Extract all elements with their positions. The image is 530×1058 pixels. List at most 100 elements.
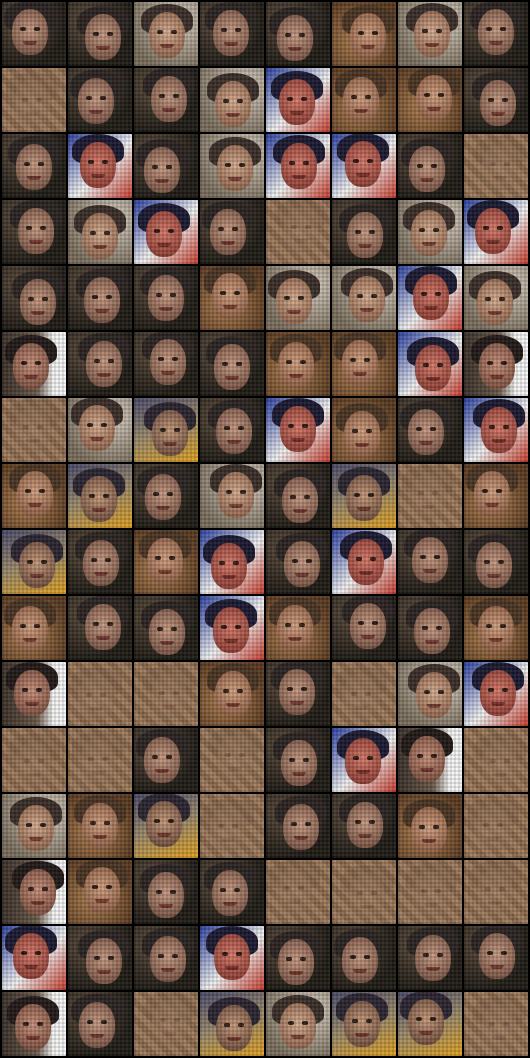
face-tile (2, 860, 66, 924)
face-tile-noise (464, 662, 528, 726)
face-tile (200, 794, 264, 858)
face-tile-noise (68, 2, 132, 66)
face-tile-noise (134, 662, 198, 726)
face-tile-noise (134, 860, 198, 924)
face-tile-noise (398, 662, 462, 726)
face-tile-noise (200, 728, 264, 792)
face-tile (464, 2, 528, 66)
face-tile (2, 530, 66, 594)
face-tile-noise (68, 860, 132, 924)
face-tile-noise (68, 464, 132, 528)
face-tile-noise (2, 2, 66, 66)
face-tile-noise (2, 992, 66, 1056)
face-tile-noise (266, 398, 330, 462)
face-tile (134, 728, 198, 792)
face-tile (398, 464, 462, 528)
face-tile-noise (266, 2, 330, 66)
face-tile-noise (266, 794, 330, 858)
face-tile-noise (398, 398, 462, 462)
face-tile-noise (134, 68, 198, 132)
face-tile-noise (68, 662, 132, 726)
face-tile (332, 464, 396, 528)
face-tile-noise (134, 530, 198, 594)
face-tile (266, 266, 330, 330)
face-tile (134, 992, 198, 1056)
face-tile (134, 596, 198, 660)
face-tile-noise (398, 2, 462, 66)
face-tile (200, 332, 264, 396)
face-tile-noise (398, 860, 462, 924)
face-tile (266, 596, 330, 660)
face-tile-noise (68, 992, 132, 1056)
face-tile-noise (68, 68, 132, 132)
face-tile-noise (2, 464, 66, 528)
face-tile-noise (332, 860, 396, 924)
face-tile (134, 794, 198, 858)
face-tile (464, 860, 528, 924)
face-tile-noise (134, 200, 198, 264)
face-tile-noise (2, 266, 66, 330)
face-tile-noise (464, 332, 528, 396)
face-tile (398, 728, 462, 792)
face-tile-noise (134, 926, 198, 990)
face-tile-noise (200, 662, 264, 726)
face-tile (2, 134, 66, 198)
face-tile (398, 398, 462, 462)
face-tile-noise (266, 266, 330, 330)
face-tile (266, 794, 330, 858)
face-tile-noise (2, 530, 66, 594)
face-tile (68, 398, 132, 462)
face-tile-noise (398, 332, 462, 396)
face-tile-noise (2, 134, 66, 198)
face-tile (68, 860, 132, 924)
face-tile-noise (464, 596, 528, 660)
face-tile (68, 332, 132, 396)
face-sample-grid (0, 0, 530, 1058)
face-tile-noise (2, 794, 66, 858)
face-tile (2, 200, 66, 264)
face-tile-noise (134, 596, 198, 660)
face-tile-noise (200, 68, 264, 132)
face-tile (200, 860, 264, 924)
face-tile-noise (200, 2, 264, 66)
face-tile-noise (68, 134, 132, 198)
face-tile-noise (398, 68, 462, 132)
face-tile (332, 200, 396, 264)
face-tile (464, 992, 528, 1056)
face-tile-noise (200, 398, 264, 462)
face-tile-noise (200, 794, 264, 858)
face-tile (68, 266, 132, 330)
face-tile (464, 464, 528, 528)
face-tile (2, 68, 66, 132)
face-tile (200, 68, 264, 132)
face-tile-noise (68, 596, 132, 660)
face-tile (266, 464, 330, 528)
face-tile-noise (2, 662, 66, 726)
face-tile (2, 596, 66, 660)
face-tile (68, 794, 132, 858)
face-tile (464, 398, 528, 462)
face-tile-noise (200, 200, 264, 264)
face-tile-noise (134, 992, 198, 1056)
face-tile (68, 992, 132, 1056)
face-tile-noise (398, 134, 462, 198)
face-tile-noise (332, 728, 396, 792)
face-tile-noise (200, 134, 264, 198)
face-tile-noise (2, 596, 66, 660)
face-tile (68, 530, 132, 594)
face-tile (464, 200, 528, 264)
face-tile-noise (266, 596, 330, 660)
face-tile-noise (266, 332, 330, 396)
face-tile-noise (464, 68, 528, 132)
face-tile (2, 332, 66, 396)
face-tile-noise (332, 662, 396, 726)
face-tile-noise (134, 398, 198, 462)
face-tile-noise (266, 68, 330, 132)
face-tile (134, 530, 198, 594)
face-tile (464, 530, 528, 594)
face-tile-noise (134, 134, 198, 198)
face-tile-noise (332, 530, 396, 594)
face-tile (200, 728, 264, 792)
face-tile (2, 464, 66, 528)
face-tile-noise (398, 926, 462, 990)
